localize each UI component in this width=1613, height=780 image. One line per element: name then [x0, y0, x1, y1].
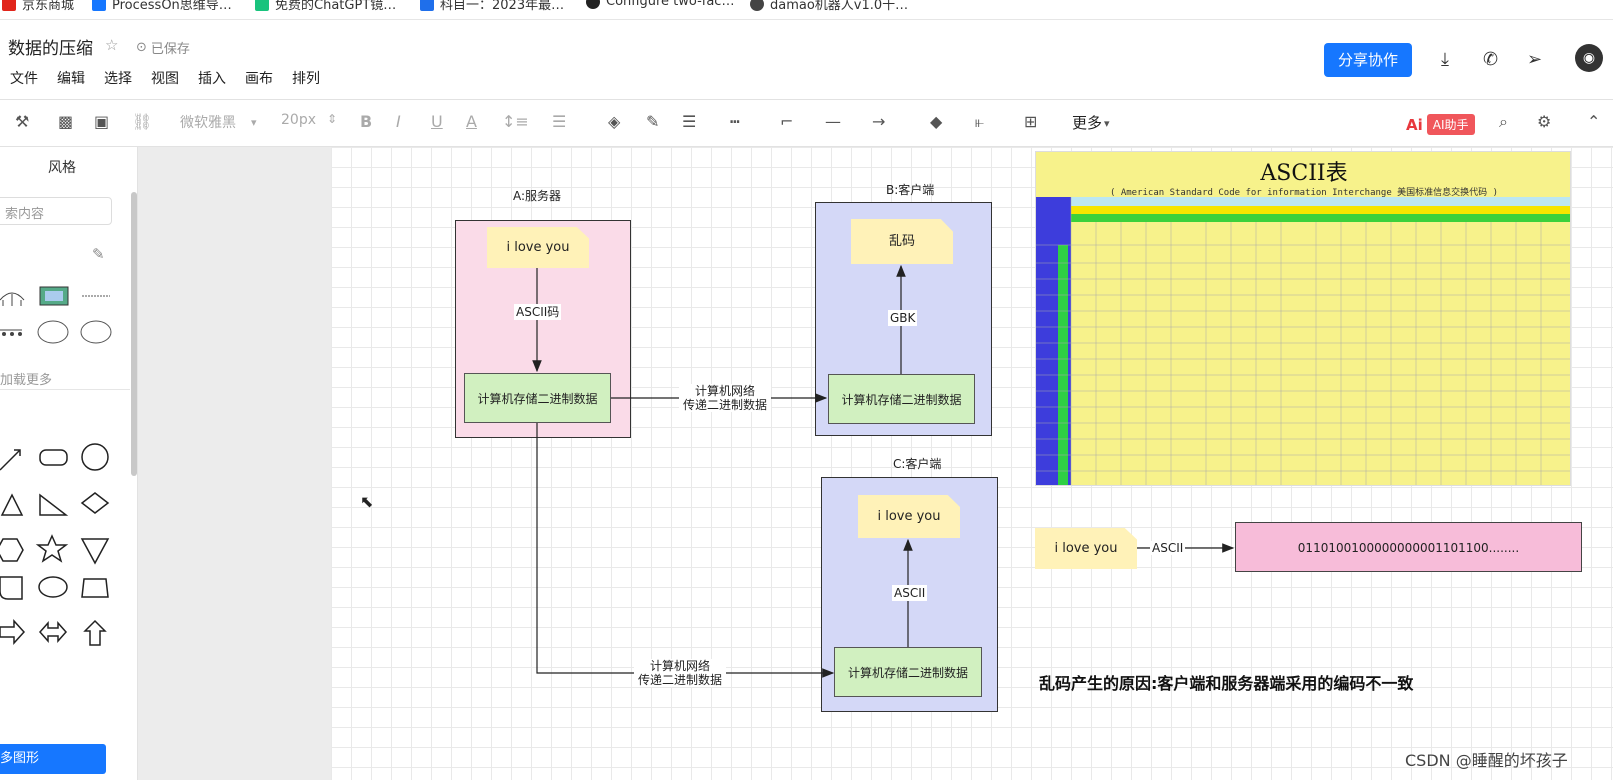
ascii-table-grid	[1036, 197, 1570, 485]
ascii-code-label: ASCII码	[514, 304, 562, 320]
network-label-c: 计算机网络 传递二进制数据	[634, 659, 726, 687]
network-label-b: 计算机网络 传递二进制数据	[679, 384, 771, 412]
ascii-label-c: ASCII	[892, 585, 928, 601]
watermark: CSDN @睡醒的坏孩子	[1405, 751, 1568, 770]
binary-data-box[interactable]: 0110100100000000001101100........	[1235, 522, 1582, 572]
connector-a-to-c[interactable]	[536, 423, 835, 678]
ascii-table-title: ASCII表	[1260, 161, 1348, 186]
mouse-cursor-icon: ⬉	[360, 492, 374, 511]
gbk-label: GBK	[888, 310, 918, 326]
ascii-label-example: ASCII	[1150, 541, 1186, 555]
reason-text[interactable]: 乱码产生的原因:客户端和服务器端采用的编码不一致	[1039, 670, 1413, 694]
note-encoding-example[interactable]: i love you	[1035, 528, 1137, 569]
ascii-table-image[interactable]: ASCII表 ( American Standard Code for info…	[1035, 151, 1571, 486]
